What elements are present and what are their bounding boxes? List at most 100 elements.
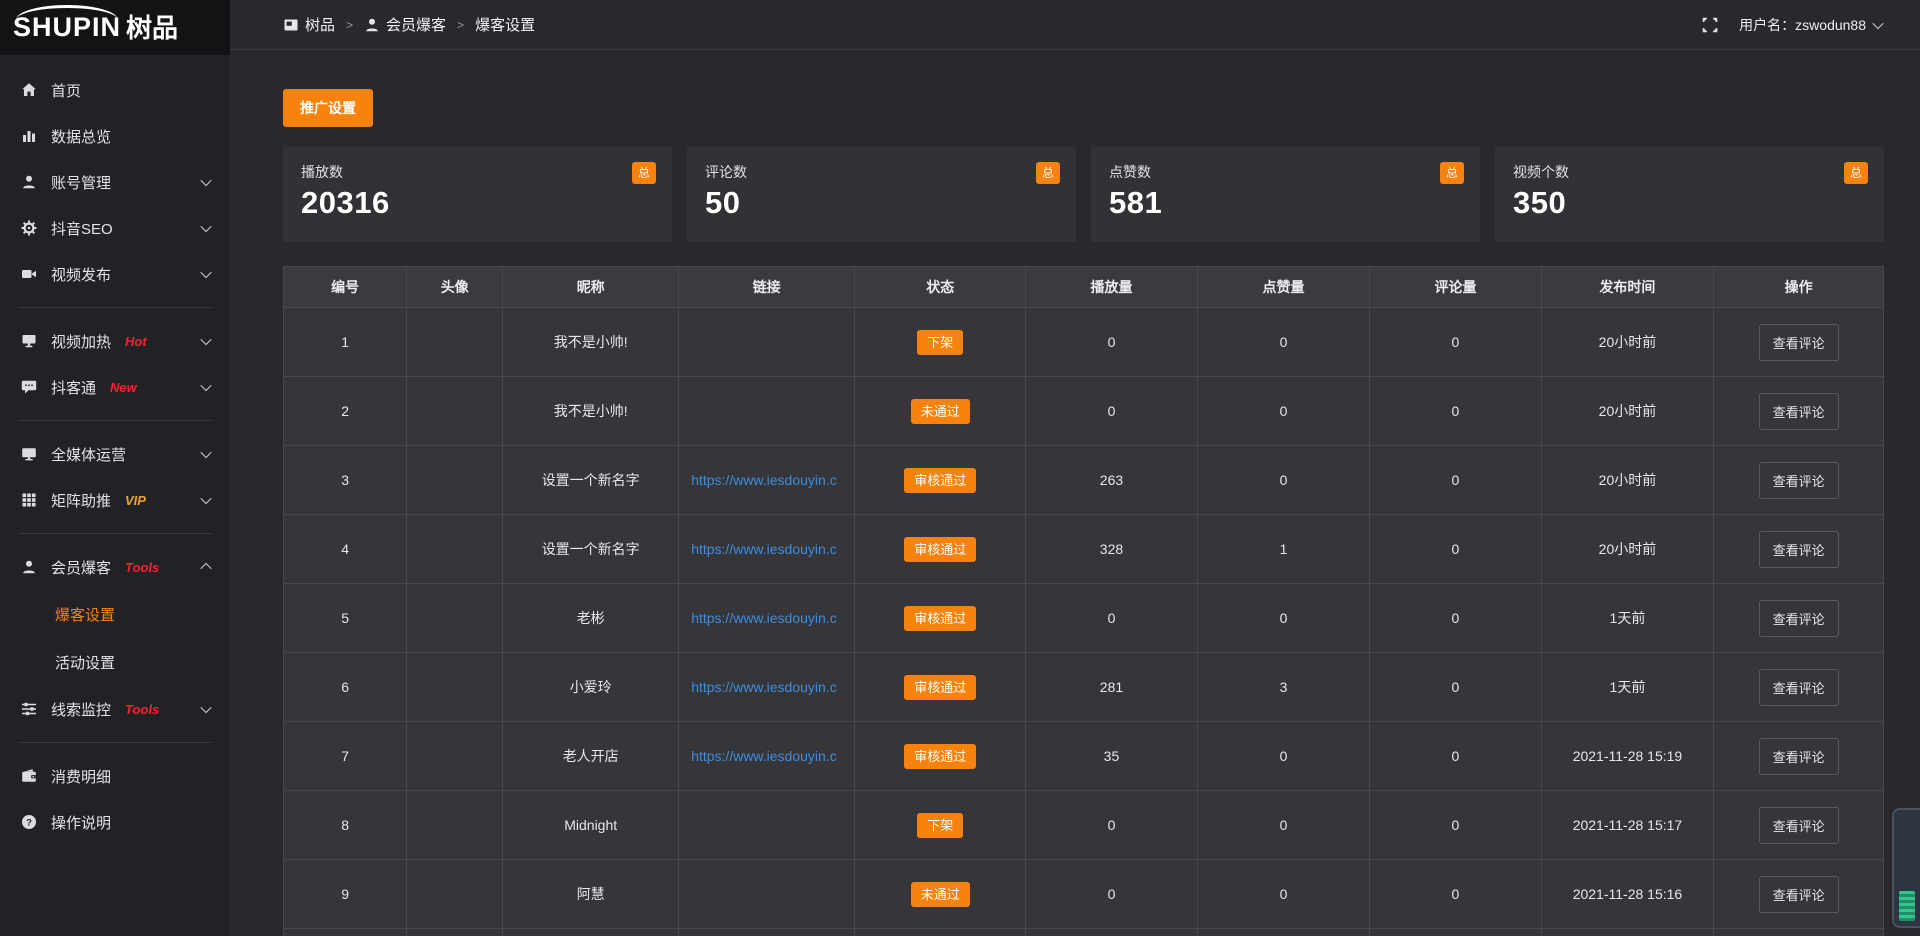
view-comments-button[interactable]: 查看评论: [1759, 462, 1839, 499]
view-comments-button[interactable]: 查看评论: [1759, 393, 1839, 430]
cell-plays: [1026, 929, 1197, 936]
video-link[interactable]: https://www.iesdouyin.c: [685, 541, 848, 557]
sidebar-item-matrix-boost[interactable]: 矩阵助推 VIP: [0, 477, 230, 523]
cell-avatar: [407, 791, 503, 860]
cell-action: 查看评论: [1714, 515, 1884, 584]
sidebar-divider: [18, 742, 212, 743]
cell-plays: 35: [1026, 722, 1197, 791]
cell-likes: 0: [1197, 584, 1370, 653]
cell-avatar: [407, 584, 503, 653]
cell-nickname: 设置一个新名字: [503, 446, 679, 515]
cell-status: 下架: [855, 308, 1026, 377]
video-link[interactable]: https://www.iesdouyin.c: [685, 472, 848, 488]
cell-link: [679, 860, 855, 929]
cell-action: 查看评论: [1714, 308, 1884, 377]
fullscreen-icon[interactable]: [1701, 16, 1719, 34]
cell-likes: 0: [1197, 722, 1370, 791]
breadcrumb-item-member-baoke[interactable]: 会员爆客: [364, 14, 446, 35]
table-row: 3 设置一个新名字 https://www.iesdouyin.c 审核通过 2…: [284, 446, 1884, 515]
cell-comments: 0: [1370, 722, 1541, 791]
view-comments-button[interactable]: 查看评论: [1759, 531, 1839, 568]
chevron-up-icon: [202, 563, 210, 571]
video-link[interactable]: https://www.iesdouyin.c: [685, 610, 848, 626]
cell-nickname: 老人开店: [503, 722, 679, 791]
sidebar-item-douyin-seo[interactable]: 抖音SEO: [0, 205, 230, 251]
video-link[interactable]: https://www.iesdouyin.c: [685, 748, 848, 764]
table-row: 7 老人开店 https://www.iesdouyin.c 审核通过 35 0…: [284, 722, 1884, 791]
cell-id: 2: [284, 377, 407, 446]
sidebar-item-consume-detail[interactable]: 消费明细: [0, 753, 230, 799]
cell-publish-time: 2021-11-28 15:17: [1541, 791, 1714, 860]
user-menu[interactable]: 用户名：zswodun88: [1739, 15, 1882, 35]
chevron-down-icon: [202, 178, 210, 186]
status-badge: 下架: [917, 330, 963, 355]
cell-plays: 281: [1026, 653, 1197, 722]
brand-logo: SHUPIN 树品: [0, 0, 230, 55]
floating-widget[interactable]: [1892, 808, 1920, 928]
cell-publish-time: 20小时前: [1541, 515, 1714, 584]
view-comments-button[interactable]: 查看评论: [1759, 324, 1839, 361]
username-label: 用户名：zswodun88: [1739, 15, 1866, 35]
sidebar-item-member-baoke[interactable]: 会员爆客 Tools: [0, 544, 230, 590]
cell-status: 审核通过: [855, 515, 1026, 584]
cell-avatar: [407, 308, 503, 377]
cell-comments: 0: [1370, 377, 1541, 446]
status-badge: 审核通过: [904, 537, 976, 562]
breadcrumb-item-baoke-settings[interactable]: 爆客设置: [475, 14, 535, 35]
sliders-icon: [20, 700, 38, 718]
table-row: 6 小爱玲 https://www.iesdouyin.c 审核通过 281 3…: [284, 653, 1884, 722]
view-comments-button[interactable]: 查看评论: [1759, 669, 1839, 706]
cell-action: 查看评论: [1714, 377, 1884, 446]
sidebar-item-clue-monitor[interactable]: 线索监控 Tools: [0, 686, 230, 732]
chart-icon: [20, 127, 38, 145]
total-badge: 总: [1036, 162, 1060, 184]
status-badge: 未通过: [911, 882, 970, 907]
main-area: 树品 > 会员爆客 > 爆客设置 用户名：zswodun88: [230, 0, 1920, 936]
sidebar-subitem-activity-settings[interactable]: 活动设置: [0, 638, 230, 686]
column-header-9: 操作: [1714, 267, 1884, 308]
sidebar-item-tag: Hot: [125, 334, 147, 349]
promo-settings-button[interactable]: 推广设置: [283, 89, 373, 127]
sidebar-item-data-overview[interactable]: 数据总览: [0, 113, 230, 159]
cell-plays: 0: [1026, 308, 1197, 377]
cell-link: [679, 791, 855, 860]
table-row: 2 我不是小帅! 未通过 0 0 0 20小时前 查看评论: [284, 377, 1884, 446]
sidebar-item-video-publish[interactable]: 视频发布: [0, 251, 230, 297]
heat-icon: [20, 332, 38, 350]
sidebar-item-douketong[interactable]: 抖客通 New: [0, 364, 230, 410]
sidebar-subitem-baoke-settings[interactable]: 爆客设置: [0, 590, 230, 638]
chat-icon: [20, 378, 38, 396]
breadcrumb-label: 树品: [305, 14, 335, 35]
cell-likes: 1: [1197, 515, 1370, 584]
wallet-icon: [20, 767, 38, 785]
view-comments-button[interactable]: 查看评论: [1759, 807, 1839, 844]
cell-id: [284, 929, 407, 936]
cell-status: 下架: [855, 791, 1026, 860]
stat-card-videos: 视频个数 350 总: [1495, 147, 1884, 242]
sidebar-item-label: 数据总览: [51, 126, 111, 147]
sidebar-item-video-heating[interactable]: 视频加热 Hot: [0, 318, 230, 364]
total-badge: 总: [1440, 162, 1464, 184]
cell-id: 6: [284, 653, 407, 722]
sidebar-item-account-management[interactable]: 账号管理: [0, 159, 230, 205]
view-comments-button[interactable]: 查看评论: [1759, 600, 1839, 637]
question-icon: ?: [20, 813, 38, 831]
sidebar-item-operation-guide[interactable]: ? 操作说明: [0, 799, 230, 845]
breadcrumb-item-shupin[interactable]: 树品: [283, 14, 335, 35]
cell-action: 查看评论: [1714, 722, 1884, 791]
view-comments-button[interactable]: 查看评论: [1759, 738, 1839, 775]
video-link[interactable]: https://www.iesdouyin.c: [685, 679, 848, 695]
cell-avatar: [407, 653, 503, 722]
stat-card-plays: 播放数 20316 总: [283, 147, 672, 242]
cell-link: https://www.iesdouyin.c: [679, 584, 855, 653]
sidebar-item-home[interactable]: 首页: [0, 67, 230, 113]
home-icon: [20, 81, 38, 99]
status-badge: 审核通过: [904, 468, 976, 493]
sidebar-item-all-media-operation[interactable]: 全媒体运营: [0, 431, 230, 477]
view-comments-button[interactable]: 查看评论: [1759, 876, 1839, 913]
floating-widget-stripes-icon: [1899, 891, 1915, 921]
cell-id: 4: [284, 515, 407, 584]
cell-likes: 0: [1197, 791, 1370, 860]
table-header-row: 编号头像昵称链接状态播放量点赞量评论量发布时间操作: [284, 267, 1884, 308]
gear-icon: [20, 219, 38, 237]
